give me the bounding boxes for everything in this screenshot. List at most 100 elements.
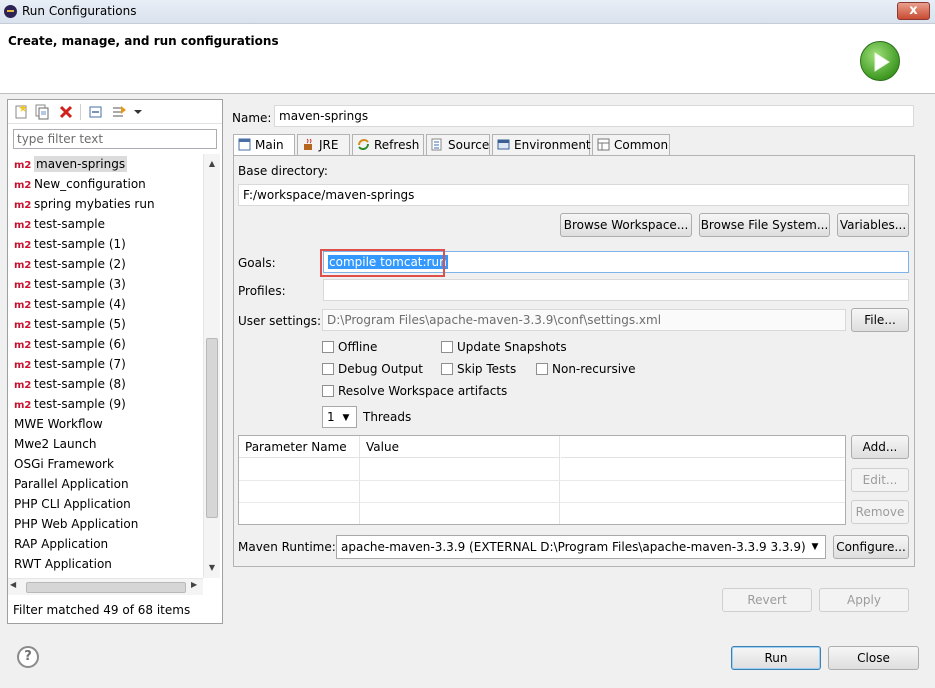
maven-icon: m2 [14, 360, 32, 371]
list-item[interactable]: Mwe2 Launch [8, 434, 203, 454]
offline-checkbox[interactable]: Offline [322, 340, 377, 354]
parameters-table[interactable]: Parameter Name Value [238, 435, 846, 525]
configuration-tree-panel: m2maven-springsm2New_configurationm2spri… [7, 99, 223, 624]
skip-tests-checkbox[interactable]: Skip Tests [441, 362, 516, 376]
remove-parameter-button[interactable]: Remove [851, 500, 909, 524]
file-button[interactable]: File... [851, 308, 909, 332]
checkbox-box[interactable] [441, 363, 453, 375]
variables-button[interactable]: Variables... [837, 213, 909, 237]
profiles-label: Profiles: [238, 284, 286, 298]
goals-highlight-box [320, 249, 445, 277]
refresh-icon [358, 139, 369, 150]
list-item[interactable]: m2 test-sample (3) [8, 274, 203, 294]
edit-parameter-button[interactable]: Edit... [851, 468, 909, 492]
revert-button[interactable]: Revert [722, 588, 812, 612]
tab-jre[interactable]: JRE [297, 134, 350, 155]
filter-icon[interactable] [111, 104, 127, 120]
list-item[interactable]: OSGi Framework [8, 454, 203, 474]
name-field[interactable]: maven-springs [274, 105, 914, 127]
list-item[interactable]: m2 test-sample (9) [8, 394, 203, 414]
scroll-up-icon[interactable]: ▲ [204, 156, 220, 172]
collapse-all-icon[interactable] [88, 104, 104, 120]
tab-common[interactable]: Common [592, 134, 670, 155]
list-item[interactable]: PHP Web Application [8, 514, 203, 534]
window-title: Run Configurations [22, 4, 137, 18]
tab-label: Main [255, 138, 284, 152]
list-item-label: test-sample (7) [34, 357, 126, 371]
checkbox-box[interactable] [536, 363, 548, 375]
scrollbar-thumb[interactable] [206, 338, 218, 518]
filter-input[interactable] [13, 129, 217, 149]
update-snapshots-checkbox[interactable]: Update Snapshots [441, 340, 567, 354]
list-item[interactable]: m2 maven-springs [8, 154, 203, 174]
maven-icon: m2 [14, 320, 32, 331]
list-item[interactable]: m2 test-sample (1) [8, 234, 203, 254]
close-window-button[interactable]: x [897, 2, 930, 20]
list-item[interactable]: m2 test-sample (6) [8, 334, 203, 354]
list-item[interactable]: MWE Workflow [8, 414, 203, 434]
list-item-label: RAP Application [14, 537, 109, 551]
hscrollbar-thumb[interactable] [26, 582, 186, 593]
maven-runtime-select[interactable]: apache-maven-3.3.9 (EXTERNAL D:\Program … [336, 535, 826, 559]
horizontal-scrollbar[interactable]: ◀ ▶ [8, 578, 203, 595]
apply-button[interactable]: Apply [819, 588, 909, 612]
tab-source[interactable]: Source [426, 134, 490, 155]
new-config-icon[interactable] [13, 104, 29, 120]
base-directory-field[interactable]: F:/workspace/maven-springs [238, 184, 909, 206]
list-item-label: maven-springs [34, 156, 128, 172]
list-item[interactable]: m2 test-sample (2) [8, 254, 203, 274]
list-item[interactable]: RWT Application [8, 554, 203, 574]
row-divider [239, 502, 845, 503]
tab-label: Source [448, 138, 490, 152]
configure-button[interactable]: Configure... [833, 535, 909, 559]
chevron-down-icon[interactable] [133, 104, 143, 120]
profiles-field[interactable] [323, 279, 909, 301]
vertical-scrollbar[interactable]: ▲ ▼ [203, 154, 220, 578]
scroll-left-icon[interactable]: ◀ [10, 580, 16, 589]
jre-icon [304, 138, 312, 150]
title-bar: Run Configurations x [0, 0, 935, 24]
delete-icon[interactable] [58, 104, 74, 120]
browse-workspace-button[interactable]: Browse Workspace... [560, 213, 692, 237]
tab-main[interactable]: Main [233, 134, 295, 156]
list-item[interactable]: m2 test-sample (5) [8, 314, 203, 334]
add-parameter-button[interactable]: Add... [851, 435, 909, 459]
close-button[interactable]: Close [828, 646, 919, 670]
tab-label: JRE [319, 138, 339, 152]
list-item[interactable]: RAP Application [8, 534, 203, 554]
list-item[interactable]: m2 test-sample [8, 214, 203, 234]
threads-label: Threads [363, 410, 412, 424]
run-button[interactable]: Run [731, 646, 821, 670]
list-item[interactable]: m2 test-sample (8) [8, 374, 203, 394]
scroll-down-icon[interactable]: ▼ [204, 560, 220, 576]
main-tab-panel: Base directory: F:/workspace/maven-sprin… [233, 155, 915, 567]
maven-icon: m2 [14, 260, 32, 271]
list-item-label: test-sample (3) [34, 277, 126, 291]
list-item[interactable]: m2 New_configuration [8, 174, 203, 194]
list-item-label: New_configuration [34, 177, 146, 191]
browse-file-system-button[interactable]: Browse File System... [699, 213, 830, 237]
column-header-name[interactable]: Parameter Name [239, 436, 359, 458]
list-item[interactable]: Parallel Application [8, 474, 203, 494]
list-item[interactable]: m2 test-sample (7) [8, 354, 203, 374]
user-settings-field[interactable]: D:\Program Files\apache-maven-3.3.9\conf… [322, 309, 846, 331]
non-recursive-checkbox[interactable]: Non-recursive [536, 362, 636, 376]
resolve-workspace-checkbox[interactable]: Resolve Workspace artifacts [322, 384, 507, 398]
duplicate-icon[interactable] [34, 104, 50, 120]
column-header-value[interactable]: Value [360, 436, 560, 458]
checkbox-box[interactable] [322, 341, 334, 353]
checkbox-box[interactable] [322, 385, 334, 397]
run-icon [860, 41, 900, 81]
help-icon[interactable]: ? [17, 646, 39, 668]
list-item[interactable]: PHP CLI Application [8, 494, 203, 514]
threads-select[interactable]: 1 ▼ [322, 406, 357, 428]
checkbox-box[interactable] [322, 363, 334, 375]
tab-refresh[interactable]: Refresh [352, 134, 424, 155]
scroll-right-icon[interactable]: ▶ [191, 580, 197, 589]
configuration-editor: Name: maven-springs Main JRE Refresh Sou… [228, 99, 922, 624]
checkbox-box[interactable] [441, 341, 453, 353]
debug-output-checkbox[interactable]: Debug Output [322, 362, 423, 376]
list-item[interactable]: m2 test-sample (4) [8, 294, 203, 314]
tab-environment[interactable]: Environment [492, 134, 591, 155]
list-item[interactable]: m2 spring mybaties run [8, 194, 203, 214]
